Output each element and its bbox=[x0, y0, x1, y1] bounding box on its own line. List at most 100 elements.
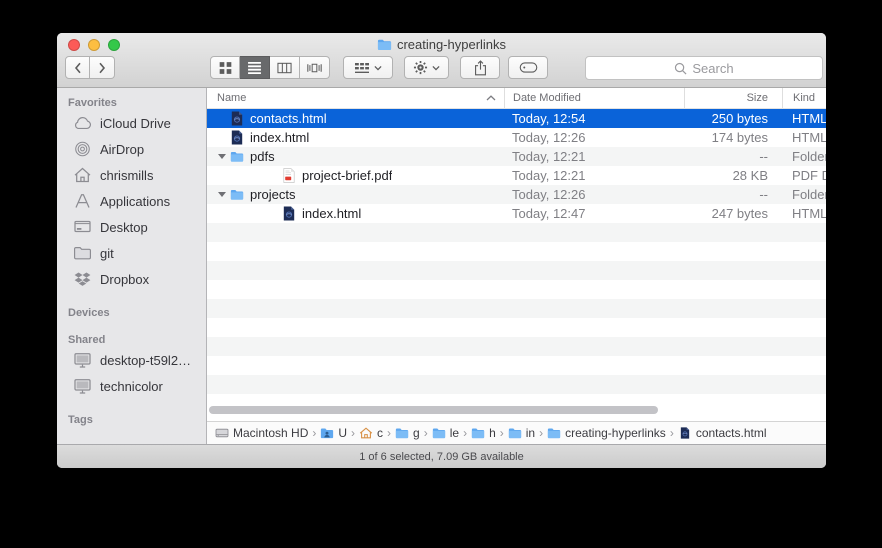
sidebar-item-technicolor[interactable]: technicolor bbox=[57, 373, 206, 399]
empty-row bbox=[207, 261, 826, 280]
tag-button[interactable] bbox=[508, 56, 548, 79]
size-cell: -- bbox=[684, 149, 782, 164]
empty-row bbox=[207, 318, 826, 337]
path-item-h[interactable]: h bbox=[471, 426, 496, 440]
path-item-label: Macintosh HD bbox=[233, 426, 308, 440]
path-item-le[interactable]: le bbox=[432, 426, 459, 440]
view-mode-list-view-icon[interactable] bbox=[240, 56, 270, 79]
kind-cell: Folder bbox=[782, 149, 826, 164]
file-name-cell: contacts.html bbox=[207, 111, 504, 126]
sidebar-item-desktop-t59l2[interactable]: desktop-t59l2… bbox=[57, 347, 206, 373]
home-folder-icon bbox=[359, 427, 373, 439]
disclosure-triangle-icon[interactable] bbox=[218, 192, 226, 197]
html-file-icon bbox=[678, 427, 692, 439]
sidebar-item-dropbox[interactable]: Dropbox bbox=[57, 266, 206, 292]
file-row-projects[interactable]: projects Today, 12:26 -- Folder bbox=[207, 185, 826, 204]
window-title: creating-hyperlinks bbox=[57, 37, 826, 52]
column-header-size[interactable]: Size bbox=[684, 88, 782, 108]
path-item-label: in bbox=[526, 426, 535, 440]
column-header-name[interactable]: Name bbox=[207, 88, 504, 108]
column-header-date-modified[interactable]: Date Modified bbox=[504, 88, 684, 108]
sidebar-item-git[interactable]: git bbox=[57, 240, 206, 266]
arrange-icon bbox=[354, 62, 370, 74]
finder-window: creating-hyperlinks bbox=[57, 33, 826, 468]
file-name-cell: index.html bbox=[207, 130, 504, 145]
column-label: Size bbox=[747, 92, 768, 104]
chevron-down-icon bbox=[374, 65, 382, 71]
path-item-g[interactable]: g bbox=[395, 426, 420, 440]
horizontal-scrollbar[interactable] bbox=[207, 399, 826, 421]
size-cell: 174 bytes bbox=[684, 130, 782, 145]
sidebar-item-label: chrismills bbox=[100, 168, 153, 183]
kind-cell: HTML bbox=[782, 111, 826, 126]
file-row-index-html[interactable]: index.html Today, 12:26 174 bytes HTML bbox=[207, 128, 826, 147]
share-button[interactable] bbox=[460, 56, 500, 79]
view-mode-coverflow-view-icon[interactable] bbox=[300, 56, 330, 79]
breadcrumb-chevron-icon: › bbox=[539, 426, 543, 440]
kind-cell: HTML bbox=[782, 130, 826, 145]
path-item-contacts-html[interactable]: contacts.html bbox=[678, 426, 767, 440]
sidebar-section-favorites: Favorites iCloud Drive AirDrop chrismill… bbox=[57, 97, 206, 292]
file-name-cell: pdfs bbox=[207, 149, 504, 164]
date-modified-cell: Today, 12:26 bbox=[504, 130, 684, 145]
window-chrome: creating-hyperlinks bbox=[57, 33, 826, 88]
sidebar-item-label: Applications bbox=[100, 194, 170, 209]
sidebar: Favorites iCloud Drive AirDrop chrismill… bbox=[57, 88, 207, 444]
empty-row bbox=[207, 280, 826, 299]
sidebar-section-header: Tags bbox=[68, 414, 206, 426]
file-row-project-brief-pdf[interactable]: project-brief.pdf Today, 12:21 28 KB PDF… bbox=[207, 166, 826, 185]
arrange-button[interactable] bbox=[343, 56, 393, 79]
search-input[interactable]: Search bbox=[585, 56, 823, 80]
forward-button[interactable] bbox=[90, 56, 115, 79]
disclosure-triangle-icon[interactable] bbox=[218, 154, 226, 159]
list-view-icon bbox=[247, 61, 262, 75]
file-name: project-brief.pdf bbox=[302, 168, 392, 183]
back-button[interactable] bbox=[65, 56, 90, 79]
view-mode-column-view-icon[interactable] bbox=[270, 56, 300, 79]
file-row-index-html[interactable]: index.html Today, 12:47 247 bytes HTML bbox=[207, 204, 826, 223]
folder-icon bbox=[471, 427, 485, 439]
file-row-contacts-html[interactable]: contacts.html Today, 12:54 250 bytes HTM… bbox=[207, 109, 826, 128]
path-item-label: le bbox=[450, 426, 459, 440]
sidebar-item-label: technicolor bbox=[100, 379, 163, 394]
chevron-down-icon bbox=[432, 65, 440, 71]
sidebar-section-tags: Tags bbox=[57, 414, 206, 426]
date-modified-cell: Today, 12:47 bbox=[504, 206, 684, 221]
sort-ascending-icon bbox=[486, 95, 496, 101]
disclosure-slot bbox=[213, 192, 230, 197]
sidebar-item-chrismills[interactable]: chrismills bbox=[57, 162, 206, 188]
folder-icon[interactable] bbox=[377, 38, 392, 51]
sidebar-item-icloud-drive[interactable]: iCloud Drive bbox=[57, 110, 206, 136]
nav-buttons bbox=[65, 56, 115, 79]
search-placeholder: Search bbox=[692, 61, 733, 76]
path-item-macintosh-hd[interactable]: Macintosh HD bbox=[215, 426, 308, 440]
scrollbar-thumb[interactable] bbox=[209, 406, 658, 414]
path-item-label: creating-hyperlinks bbox=[565, 426, 666, 440]
sidebar-item-airdrop[interactable]: AirDrop bbox=[57, 136, 206, 162]
date-modified-cell: Today, 12:26 bbox=[504, 187, 684, 202]
coverflow-view-icon bbox=[307, 61, 322, 75]
sidebar-item-applications[interactable]: Applications bbox=[57, 188, 206, 214]
file-row-pdfs[interactable]: pdfs Today, 12:21 -- Folder bbox=[207, 147, 826, 166]
empty-row bbox=[207, 337, 826, 356]
window-title-text: creating-hyperlinks bbox=[397, 37, 506, 52]
action-menu-button[interactable] bbox=[404, 56, 449, 79]
empty-row bbox=[207, 375, 826, 394]
title-bar: creating-hyperlinks bbox=[57, 33, 826, 54]
dropbox-icon bbox=[73, 271, 92, 287]
column-label: Name bbox=[217, 92, 246, 104]
path-bar: Macintosh HD › U › c › g › le › h › in ›… bbox=[207, 421, 826, 444]
sidebar-item-desktop[interactable]: Desktop bbox=[57, 214, 206, 240]
path-item-creating-hyperlinks[interactable]: creating-hyperlinks bbox=[547, 426, 666, 440]
share-icon bbox=[474, 60, 487, 76]
column-header-kind[interactable]: Kind bbox=[782, 88, 826, 108]
size-cell: 250 bytes bbox=[684, 111, 782, 126]
path-item-c[interactable]: c bbox=[359, 426, 383, 440]
folder-icon bbox=[395, 427, 409, 439]
path-item-in[interactable]: in bbox=[508, 426, 535, 440]
file-name: pdfs bbox=[250, 149, 275, 164]
view-mode-icon-view-icon[interactable] bbox=[210, 56, 240, 79]
path-item-u[interactable]: U bbox=[320, 426, 347, 440]
date-modified-cell: Today, 12:21 bbox=[504, 168, 684, 183]
breadcrumb-chevron-icon: › bbox=[500, 426, 504, 440]
